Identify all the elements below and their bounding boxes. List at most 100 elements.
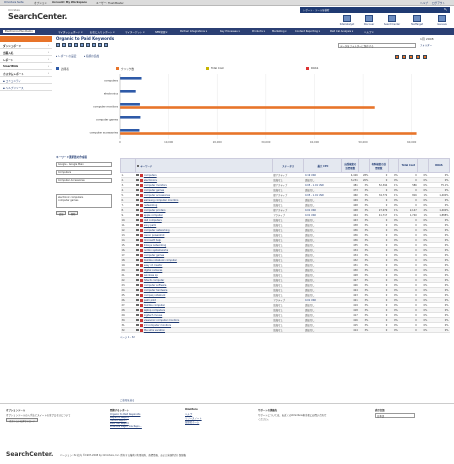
row-checkbox[interactable]: [136, 173, 139, 177]
nav-sem[interactable]: SEM管理 ▾: [155, 30, 167, 34]
nav-marketing[interactable]: Marketing ▾: [272, 30, 287, 33]
col-roas[interactable]: ROAS: [427, 158, 451, 173]
line-chart-icon[interactable]: [395, 55, 399, 59]
sidebar-item-dashboard[interactable]: ダッシュボード ›: [0, 43, 52, 49]
testtarget-icon[interactable]: TestTarget: [408, 15, 426, 28]
keyword-cell[interactable]: the sims vacation: [135, 327, 273, 333]
row-checkbox[interactable]: [136, 183, 139, 187]
discover-icon[interactable]: Discover: [360, 15, 378, 28]
row-checkbox[interactable]: [136, 178, 139, 182]
row-checkbox[interactable]: [136, 213, 139, 217]
nav-targets[interactable]: マイターゲット ▾: [125, 30, 144, 34]
row-checkbox[interactable]: [136, 228, 139, 232]
add-button[interactable]: 追加: [56, 211, 67, 216]
account-select[interactable]: Computers: [56, 170, 112, 175]
list-item[interactable]: computer games: [58, 199, 110, 202]
row-checkbox[interactable]: [136, 218, 139, 222]
keyword-listbox[interactable]: electronic computers computer games: [56, 194, 112, 208]
col-total-cost[interactable]: Total Cost: [398, 158, 419, 173]
row-checkbox[interactable]: [136, 288, 139, 292]
sidebar-item-help[interactable]: ▪ ヘルプリソース: [0, 85, 52, 91]
col-max-cpc[interactable]: 最大 CPC: [303, 158, 343, 173]
row-checkbox[interactable]: [136, 188, 139, 192]
download-icon[interactable]: [74, 43, 78, 47]
nav-products[interactable]: Products ▾: [252, 30, 265, 33]
row-checkbox[interactable]: [136, 258, 139, 262]
searchcenter-icon[interactable]: SearchCenter: [383, 15, 401, 28]
row-checkbox[interactable]: [136, 253, 139, 257]
row-checkbox[interactable]: [136, 233, 139, 237]
row-checkbox[interactable]: [136, 313, 139, 317]
table-row[interactable]: 32. the sims vacation 追加なし 追加なし 414 3% 0 0% 0 0% 0…: [120, 327, 450, 333]
nav-keyprocesses[interactable]: Key Processes ▾: [220, 30, 240, 33]
download-options-button[interactable]: オプションのダウンロード: [6, 418, 39, 423]
email-icon[interactable]: [80, 43, 84, 47]
sidebar-item-reports[interactable]: レポート ›: [0, 57, 52, 63]
row-checkbox[interactable]: [136, 223, 139, 227]
settings-icon[interactable]: [104, 43, 108, 47]
nav-favorites[interactable]: お気に入りレポート ▾: [90, 30, 115, 34]
dashboard-icon[interactable]: [68, 43, 72, 47]
nav-partner[interactable]: Partner Integrations ▾: [180, 30, 207, 33]
col-organic[interactable]: 自然検索の訪問者数: [341, 158, 360, 173]
row-checkbox[interactable]: [136, 298, 139, 302]
search-bar[interactable]: レポート・ツールを検索 🔍︎: [300, 7, 450, 13]
remove-button[interactable]: 削除: [68, 211, 79, 216]
row-checkbox[interactable]: [136, 208, 139, 212]
col-status[interactable]: ステータス: [271, 158, 305, 173]
site-selector[interactable]: Electronics Plus Demo: [3, 29, 35, 33]
genesis-icon[interactable]: Genesis: [433, 15, 451, 28]
help-link[interactable]: ヘルプ: [420, 1, 428, 5]
report-date[interactable]: 1月 2008: [420, 37, 434, 41]
cpc-cell[interactable]: 追加なし: [303, 327, 342, 333]
nav-dashboard[interactable]: マイダッシュボード ▾: [58, 30, 82, 34]
footer-link[interactable]: Previous Page Flow Repo...: [110, 425, 170, 428]
search-icon[interactable]: 🔍︎: [444, 8, 447, 11]
col-paid[interactable]: 有料検索の訪問者数: [368, 158, 389, 173]
nav-help[interactable]: ヘルプ ▾: [364, 30, 374, 34]
print-icon[interactable]: [86, 43, 90, 47]
row-checkbox[interactable]: [136, 238, 139, 242]
row-checkbox[interactable]: [136, 303, 139, 307]
bar-chart-icon[interactable]: [409, 55, 413, 59]
table-icon[interactable]: [98, 43, 102, 47]
footer-link[interactable]: 管理者ホーム: [185, 420, 225, 424]
sidebar-item-smartbids[interactable]: SmartBids ›: [0, 64, 52, 70]
folder-link[interactable]: フォルダー: [420, 43, 432, 47]
row-checkbox[interactable]: [136, 203, 139, 207]
bookmark-icon[interactable]: [62, 43, 66, 47]
row-checkbox[interactable]: [136, 263, 139, 267]
nav-paidcal[interactable]: Paid Cal Analysis ▾: [330, 30, 353, 33]
suite-link[interactable]: Omniture Suite: [4, 1, 24, 4]
add-metrics-link[interactable]: ▸ 指標の追加: [84, 54, 99, 58]
sitecatalyst-icon[interactable]: SiteCatalyst: [338, 15, 356, 28]
feedback-link[interactable]: ご意見を送る: [120, 398, 134, 402]
select-all-checkbox[interactable]: [136, 164, 140, 168]
area-chart-icon[interactable]: [402, 55, 406, 59]
column-chart-icon[interactable]: [416, 55, 420, 59]
calendar-icon[interactable]: [56, 43, 60, 47]
save-folder-dropdown[interactable]: データをフォルダーに保存する: [338, 43, 416, 48]
sidebar-item-custom-reports[interactable]: カスタムレポート ›: [0, 71, 52, 77]
row-checkbox[interactable]: [136, 283, 139, 287]
graph-icon[interactable]: [92, 43, 96, 47]
row-checkbox[interactable]: [136, 278, 139, 282]
row-checkbox[interactable]: [136, 308, 139, 312]
row-checkbox[interactable]: [136, 268, 139, 272]
sidebar-item-bids[interactable]: 出稿入札 ›: [0, 50, 52, 56]
row-checkbox[interactable]: [136, 198, 139, 202]
engine-select[interactable]: Google - Google Main: [56, 162, 112, 167]
row-checkbox[interactable]: [136, 318, 139, 322]
row-checkbox[interactable]: [136, 248, 139, 252]
language-select[interactable]: 日本語: [375, 413, 415, 418]
row-checkbox[interactable]: [136, 293, 139, 297]
pie-chart-icon[interactable]: [423, 55, 427, 59]
row-checkbox[interactable]: [136, 243, 139, 247]
sidebar-item-community[interactable]: ▪ コミュニティ: [0, 78, 52, 84]
col-keyword[interactable]: キーワード: [134, 158, 273, 173]
nav-content[interactable]: Content Reporting ▾: [295, 30, 320, 33]
row-checkbox[interactable]: [136, 323, 139, 327]
row-checkbox[interactable]: [136, 193, 139, 197]
campaign-select[interactable]: Computer Accessories: [56, 178, 112, 183]
row-checkbox[interactable]: [136, 273, 139, 277]
